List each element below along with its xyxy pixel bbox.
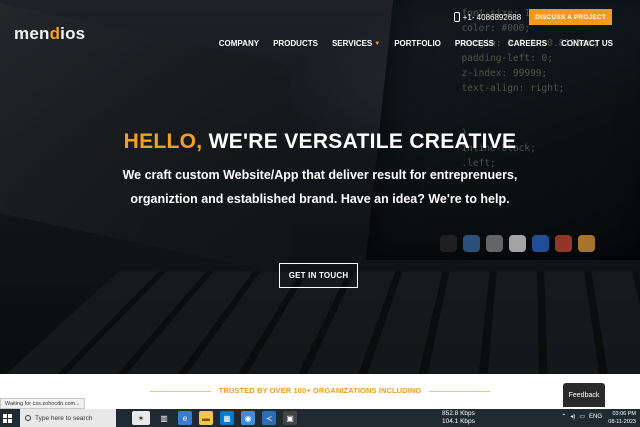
- chevron-down-icon: ▼: [374, 40, 381, 47]
- search-icon: [25, 415, 31, 421]
- nav-careers[interactable]: CAREERS: [508, 39, 547, 48]
- pinned-apps: ✶ ▥ e ▬ ▦ ◉ ≺ ▣: [132, 411, 297, 425]
- discuss-project-button[interactable]: DISCUSS A PROJECT: [529, 9, 612, 25]
- nav-contact-us[interactable]: CONTACT US: [561, 39, 613, 48]
- windows-icon: [2, 413, 12, 423]
- hero-background: font-size: 13px; color: #000; margin: 0 …: [0, 0, 640, 374]
- trusted-heading: TRUSTED BY OVER 100+ ORGANIZATIONS INCLU…: [210, 386, 430, 395]
- edge-icon[interactable]: e: [178, 411, 192, 425]
- site-logo[interactable]: mendios: [14, 24, 85, 44]
- nav-services[interactable]: SERVICES ▼: [332, 39, 380, 48]
- hero-headline: HELLO, WE'RE VERSATILE CREATIVE: [123, 130, 517, 153]
- chevron-up-icon[interactable]: ⌃: [561, 413, 566, 420]
- nav-company[interactable]: COMPANY: [219, 39, 259, 48]
- hero-subtitle-line2: organiztion and established brand. Have …: [130, 192, 510, 206]
- nav-process[interactable]: PROCESS: [455, 39, 494, 48]
- chrome-icon[interactable]: ◉: [241, 411, 255, 425]
- app-icon[interactable]: ▣: [283, 411, 297, 425]
- file-explorer-icon[interactable]: ▬: [199, 411, 213, 425]
- trusted-strip: TRUSTED BY OVER 100+ ORGANIZATIONS INCLU…: [0, 374, 640, 409]
- network-icon[interactable]: ▭: [579, 413, 585, 420]
- system-tray[interactable]: ⌃ ◂) ▭ ENG: [561, 413, 602, 421]
- get-in-touch-button[interactable]: GET IN TOUCH: [279, 263, 358, 288]
- nav-products[interactable]: PRODUCTS: [273, 39, 318, 48]
- top-bar: +1- 4086892688 DISCUSS A PROJECT: [453, 9, 612, 25]
- phone-link[interactable]: +1- 4086892688: [453, 12, 521, 22]
- windows-taskbar: Type here to search ✶ ▥ e ▬ ▦ ◉ ≺ ▣: [0, 409, 640, 427]
- main-nav: COMPANY PRODUCTS SERVICES ▼ PORTFOLIO PRO…: [219, 39, 613, 48]
- speaker-icon[interactable]: ◂): [570, 413, 575, 420]
- vscode-icon[interactable]: ≺: [262, 411, 276, 425]
- network-speed: 852.8 Kbps 104.1 Kbps: [442, 410, 475, 425]
- store-icon[interactable]: ▦: [220, 411, 234, 425]
- hero-subtitle-line1: We craft custom Website/App that deliver…: [122, 168, 518, 182]
- nav-portfolio[interactable]: PORTFOLIO: [394, 39, 441, 48]
- phone-icon: [453, 12, 460, 22]
- taskbar-search-input[interactable]: Type here to search: [20, 409, 116, 427]
- taskbar-clock[interactable]: 03:06 PM 08-11-2023: [608, 410, 636, 426]
- start-button[interactable]: [0, 409, 14, 427]
- feedback-button[interactable]: Feedback: [563, 383, 605, 407]
- cortana-icon[interactable]: ✶: [132, 411, 150, 425]
- browser-status-bar: Waiting for css.zohocdn.com...: [0, 398, 85, 409]
- task-view-icon[interactable]: ▥: [157, 411, 171, 425]
